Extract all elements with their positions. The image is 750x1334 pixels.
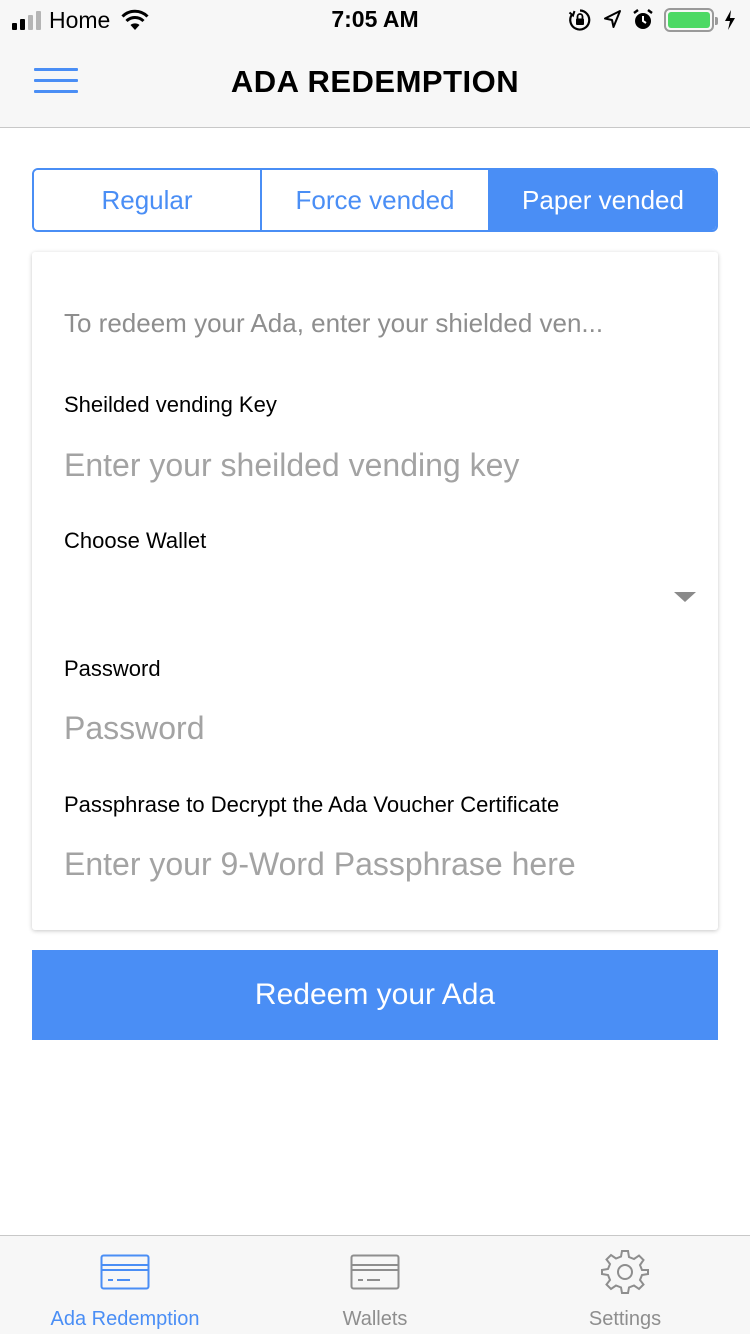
- status-bar: Home 7:05 AM: [0, 0, 750, 40]
- wallet-card-icon: [350, 1254, 400, 1290]
- tab-force-vended[interactable]: Force vended: [260, 170, 488, 230]
- passphrase-label: Passphrase to Decrypt the Ada Voucher Ce…: [64, 792, 560, 817]
- vending-key-label: Sheilded vending Key: [64, 392, 277, 417]
- card-icon: [100, 1254, 150, 1290]
- vending-key-input[interactable]: [64, 440, 684, 490]
- intro-text: To redeem your Ada, enter your shielded …: [64, 308, 604, 338]
- password-label: Password: [64, 656, 161, 681]
- redemption-type-tabs: Regular Force vended Paper vended: [32, 168, 718, 232]
- charging-icon: [725, 10, 735, 30]
- status-right: [568, 7, 736, 33]
- gear-icon: [601, 1250, 649, 1294]
- bottom-tab-bar: Ada Redemption Wallets Settings: [0, 1235, 750, 1334]
- choose-wallet-label: Choose Wallet: [64, 528, 207, 553]
- tab-label-settings: Settings: [588, 1308, 662, 1330]
- tab-label-ada-redemption: Ada Redemption: [50, 1308, 200, 1330]
- alarm-icon: [633, 9, 653, 29]
- nav-bar: ADA REDEMPTION: [0, 40, 750, 128]
- chevron-down-icon: [674, 592, 696, 602]
- redeem-button[interactable]: Redeem your Ada: [32, 950, 718, 1040]
- tab-ada-redemption[interactable]: Ada Redemption: [0, 1236, 250, 1334]
- battery-icon: [664, 8, 718, 32]
- tab-paper-vended[interactable]: Paper vended: [488, 170, 716, 230]
- location-icon: [604, 10, 621, 28]
- passphrase-input[interactable]: [64, 839, 684, 889]
- redemption-form-card: To redeem your Ada, enter your shielded …: [32, 252, 718, 930]
- tab-regular[interactable]: Regular: [34, 170, 260, 230]
- tab-wallets[interactable]: Wallets: [250, 1236, 500, 1334]
- orientation-lock-icon: [568, 9, 591, 31]
- password-input[interactable]: [64, 703, 684, 753]
- tab-label-wallets: Wallets: [342, 1308, 408, 1330]
- wallet-select[interactable]: [64, 570, 696, 620]
- tab-settings[interactable]: Settings: [500, 1236, 750, 1334]
- page-title: ADA REDEMPTION: [230, 64, 520, 99]
